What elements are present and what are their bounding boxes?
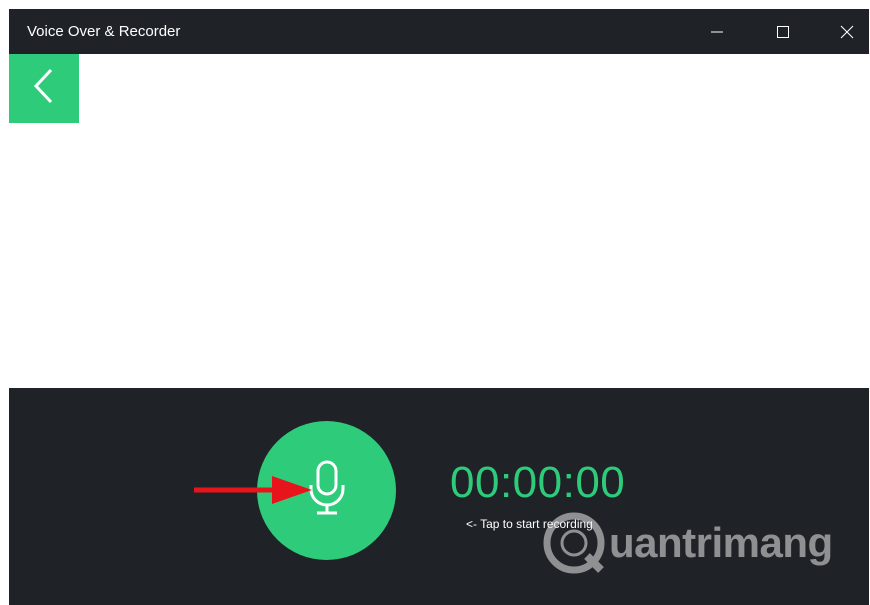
back-button[interactable] [9,54,79,123]
maximize-button[interactable] [755,9,811,54]
content-area [9,54,869,388]
close-icon [840,25,854,39]
title-bar: Voice Over & Recorder [9,9,869,54]
minimize-button[interactable] [689,9,745,54]
maximize-icon [776,25,790,39]
close-button[interactable] [819,9,869,54]
recording-timer: 00:00:00 [450,458,626,507]
minimize-icon [710,25,724,39]
red-arrow-annotation [194,470,312,519]
watermark-text: uantrimang [609,519,833,566]
watermark-logo: uantrimang [541,502,833,584]
window-title: Voice Over & Recorder [27,23,181,40]
microphone-icon [307,459,347,522]
watermark-q-icon [543,512,605,574]
chevron-left-icon [33,68,55,109]
